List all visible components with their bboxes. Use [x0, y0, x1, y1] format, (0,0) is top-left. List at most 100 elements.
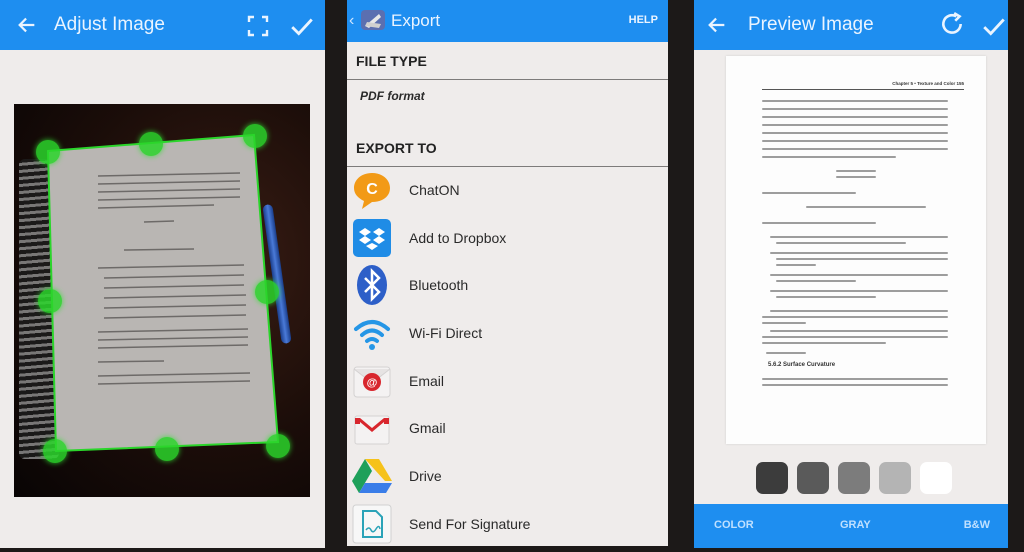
checkmark-icon	[983, 18, 1005, 36]
export-target-label: Gmail	[409, 420, 446, 437]
divider	[347, 79, 668, 80]
file-type-heading: FILE TYPE	[356, 53, 427, 69]
filter-swatch-dark[interactable]	[797, 462, 829, 494]
confirm-button[interactable]	[980, 12, 1008, 40]
export-target-send-for-signature[interactable]: Send For Signature	[347, 500, 668, 546]
crop-handle-top-right[interactable]	[243, 124, 267, 148]
scanner-app-logo-icon[interactable]	[359, 6, 387, 34]
bluetooth-icon	[351, 264, 393, 306]
arrow-left-icon	[18, 17, 35, 33]
chaton-icon: C	[351, 169, 393, 211]
filter-swatch-light[interactable]	[879, 462, 911, 494]
text-line	[762, 148, 948, 150]
text-line	[762, 336, 948, 338]
text-line	[770, 252, 948, 254]
export-target-label: Add to Dropbox	[409, 229, 507, 246]
text-line	[770, 236, 948, 238]
full-frame-button[interactable]	[244, 12, 272, 40]
export-target-label: Wi-Fi Direct	[409, 324, 483, 341]
text-line	[776, 280, 856, 282]
text-line	[836, 176, 876, 178]
text-line	[762, 108, 948, 110]
text-line	[762, 156, 896, 158]
text-line	[776, 242, 906, 244]
email-icon: @	[351, 360, 393, 402]
text-line	[776, 264, 816, 266]
text-line	[762, 132, 948, 134]
filter-swatch-white[interactable]	[920, 462, 952, 494]
filter-swatch-darkest[interactable]	[756, 462, 788, 494]
svg-text:C: C	[366, 181, 378, 198]
filter-swatches	[756, 462, 952, 494]
gmail-icon	[351, 407, 393, 449]
page-running-header: Chapter 5 • Texture and Color 155	[892, 81, 964, 86]
export-to-heading: EXPORT TO	[356, 140, 437, 156]
export-target-wifi-direct[interactable]: Wi-Fi Direct	[347, 309, 668, 357]
wifi-direct-icon	[351, 312, 393, 354]
preview-image-screen: Preview Image Chapter 5 • Texture and Co…	[694, 0, 1008, 548]
text-line	[762, 116, 948, 118]
export-target-label: ChatON	[409, 181, 460, 198]
text-line	[836, 170, 876, 172]
checkmark-icon	[291, 18, 313, 36]
text-line	[762, 222, 876, 224]
export-app-bar: ‹ Export HELP	[347, 0, 668, 42]
page-section-heading: 5.6.2 Surface Curvature	[768, 362, 836, 368]
svg-text:@: @	[367, 377, 378, 389]
confirm-button[interactable]	[288, 12, 316, 40]
text-line	[762, 316, 948, 318]
export-target-email[interactable]: @ Email	[347, 357, 668, 405]
text-line	[762, 322, 806, 324]
mode-gray-button[interactable]: GRAY	[840, 519, 871, 531]
crop-handle-top-left[interactable]	[36, 140, 60, 164]
text-line	[762, 124, 948, 126]
text-line	[762, 342, 886, 344]
rotate-icon	[942, 12, 962, 34]
export-target-chaton[interactable]: C ChatON	[347, 166, 668, 214]
export-target-drive[interactable]: Drive	[347, 452, 668, 500]
text-line	[776, 296, 876, 298]
export-screen: ‹ Export HELP FILE TYPE PDF format EXPOR…	[347, 0, 668, 546]
text-line	[762, 192, 856, 194]
text-line	[806, 206, 926, 208]
text-line	[762, 140, 948, 142]
text-line	[762, 378, 948, 380]
export-target-list: C ChatON Add to Dropbox Bluetooth Wi-Fi …	[347, 166, 668, 546]
text-line	[762, 100, 948, 102]
arrow-left-icon	[708, 17, 725, 33]
color-mode-bar: COLOR GRAY B&W	[694, 504, 1008, 548]
preview-app-bar: Preview Image	[694, 0, 1008, 50]
back-button[interactable]	[14, 12, 40, 38]
text-line	[762, 384, 948, 386]
export-target-gmail[interactable]: Gmail	[347, 404, 668, 452]
scanned-page-preview: Chapter 5 • Texture and Color 155 5.6.2 …	[726, 56, 986, 444]
back-button[interactable]	[704, 12, 730, 38]
help-button[interactable]: HELP	[629, 14, 658, 26]
rotate-button[interactable]	[938, 10, 966, 38]
adjust-app-bar: Adjust Image	[0, 0, 325, 50]
file-type-value[interactable]: PDF format	[360, 89, 425, 103]
filter-swatch-medium[interactable]	[838, 462, 870, 494]
crop-handle-bottom-left[interactable]	[43, 439, 67, 463]
crop-handle-bottom-middle[interactable]	[155, 437, 179, 461]
mode-color-button[interactable]: COLOR	[714, 519, 754, 531]
back-chevron-icon[interactable]: ‹	[349, 12, 354, 30]
crop-handle-middle-left[interactable]	[38, 289, 62, 313]
text-line	[770, 310, 948, 312]
adjust-title: Adjust Image	[54, 14, 165, 35]
export-target-bluetooth[interactable]: Bluetooth	[347, 261, 668, 309]
preview-title: Preview Image	[748, 14, 874, 35]
crop-handle-top-middle[interactable]	[139, 132, 163, 156]
export-target-dropbox[interactable]: Add to Dropbox	[347, 214, 668, 262]
header-rule	[762, 89, 964, 90]
crop-handle-middle-right[interactable]	[255, 280, 279, 304]
full-frame-crop-icon	[247, 15, 269, 37]
export-title: Export	[391, 11, 441, 30]
export-target-label: Email	[409, 372, 445, 389]
export-target-label: Send For Signature	[409, 515, 531, 532]
export-target-label: Bluetooth	[409, 277, 469, 294]
crop-handle-bottom-right[interactable]	[266, 434, 290, 458]
mode-bw-button[interactable]: B&W	[964, 519, 990, 531]
text-line	[776, 258, 948, 260]
dropbox-icon	[351, 217, 393, 259]
